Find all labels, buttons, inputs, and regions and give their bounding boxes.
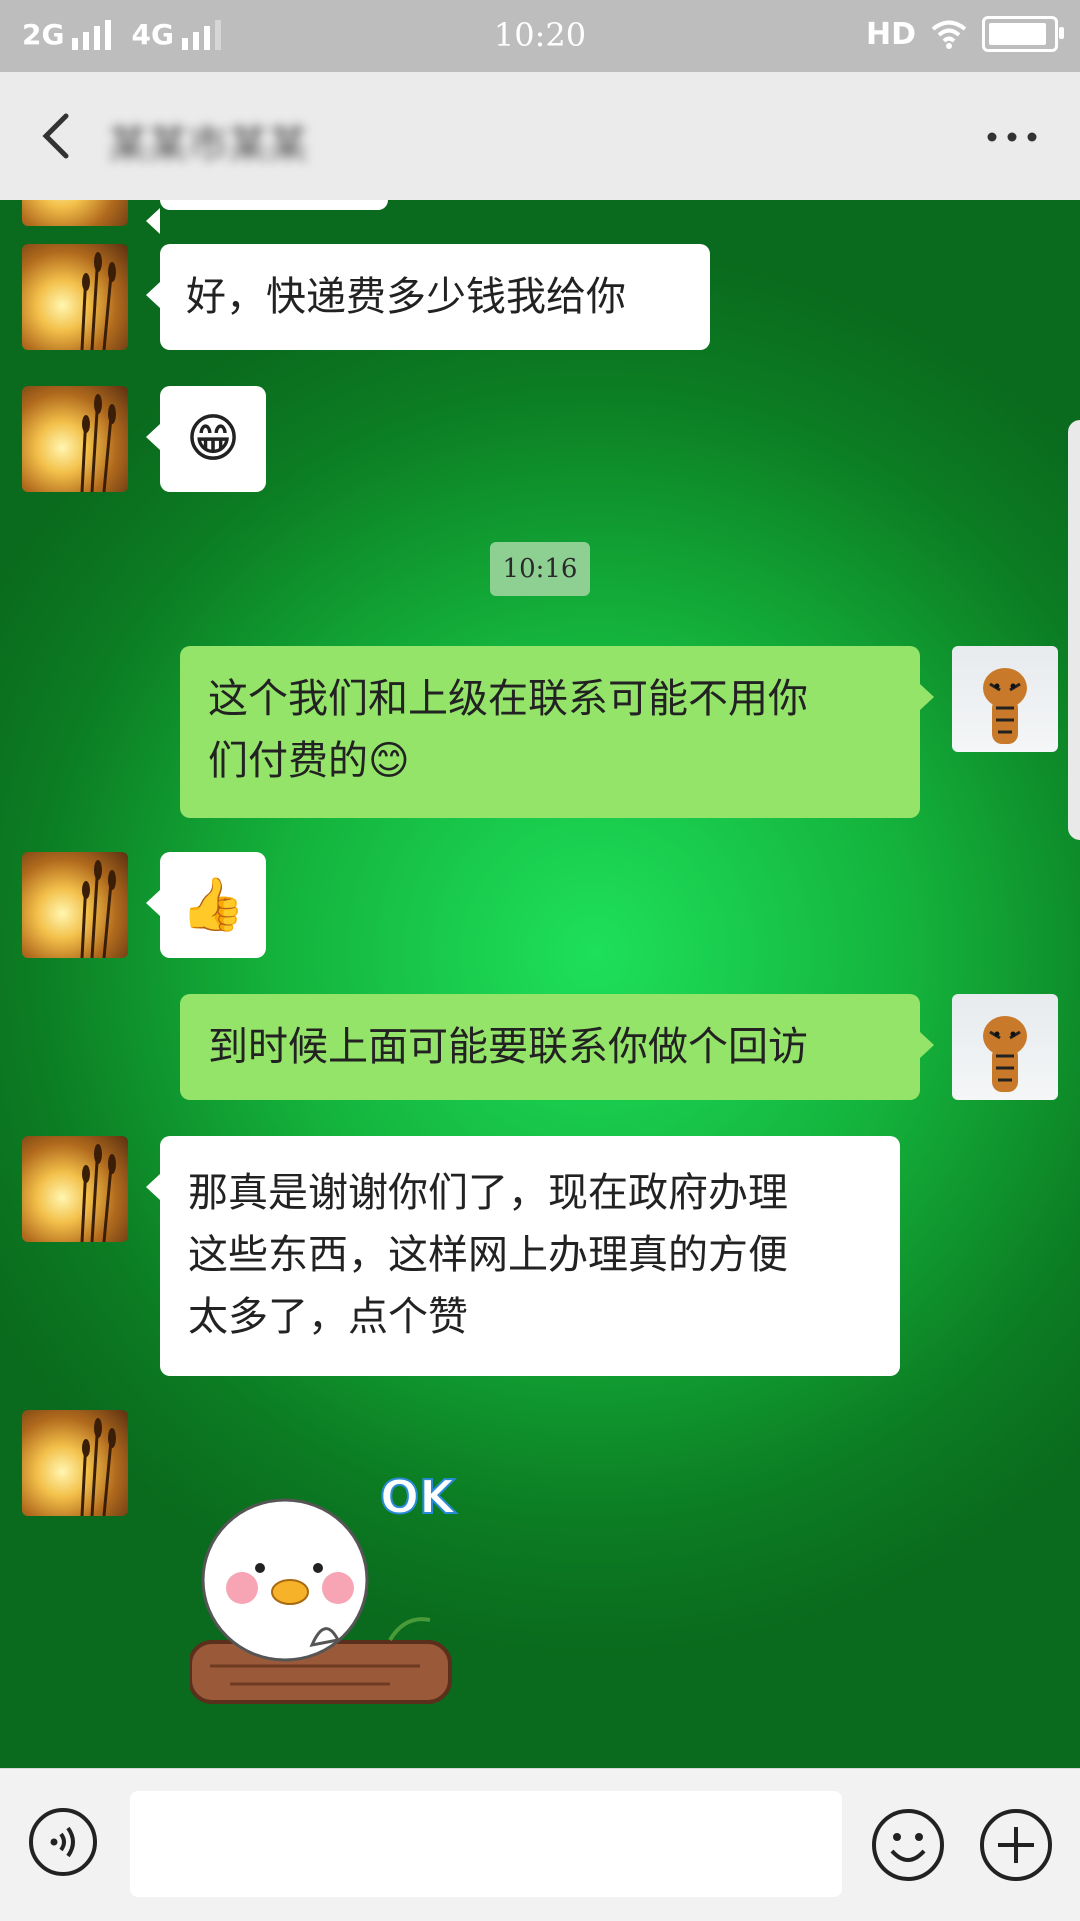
reed-silhouette [80,1418,116,1516]
wifi-icon [931,20,967,49]
contact-name: 某某市某某 [108,122,308,168]
grin-emoji: 😁 [185,409,241,469]
message-bubble[interactable]: 到时候上面可能要联系你做个回访 [180,994,934,1100]
battery-icon [982,16,1064,52]
message-line: 太多了，点个赞 [188,1294,468,1340]
reed-silhouette [80,252,116,350]
emoji-bubble[interactable]: 😁 [146,386,266,492]
message-bubble[interactable]: 好，快递费多少钱我给你 [146,244,710,350]
message-line: 这些东西，这样网上办理真的方便 [188,1232,788,1278]
side-panel-handle[interactable] [1068,420,1080,840]
message-line: 那真是谢谢你们了，现在政府办理 [188,1170,788,1216]
message-line: 们付费的😊 [208,738,410,784]
message-bubble[interactable]: 这个我们和上级在联系可能不用你 们付费的😊 [180,646,934,818]
voice-icon[interactable] [28,1807,98,1877]
sticker-caption: OK [379,1469,456,1525]
tiger-image [983,668,1027,744]
input-bar [0,1768,1080,1921]
avatar[interactable] [952,646,1058,752]
avatar[interactable] [22,244,128,350]
ok-sticker[interactable]: OK [188,1469,480,1730]
avatar[interactable] [22,386,128,492]
tiger-image [983,1016,1027,1092]
reed-silhouette [80,394,116,492]
more-dots-icon[interactable] [982,112,1042,162]
battery-fill [989,23,1046,45]
status-right: HD [865,16,1064,52]
previous-message-bubble [146,200,388,234]
message-text: 到时候上面可能要联系你做个回访 [208,1024,808,1070]
hd-label: HD [865,16,916,52]
message-bubble[interactable]: 那真是谢谢你们了，现在政府办理 这些东西，这样网上办理真的方便 太多了，点个赞 [146,1136,900,1376]
avatar[interactable] [22,1410,128,1516]
chat-header: 某某市某某 [0,72,1080,201]
avatar[interactable] [22,852,128,958]
emoji-bubble[interactable]: 👍 [146,852,266,958]
thumbs-up-emoji: 👍 [180,875,246,935]
message-line: 这个我们和上级在联系可能不用你 [208,676,808,722]
avatar[interactable] [952,994,1058,1100]
chat-area[interactable]: 好，快递费多少钱我给你 😁 10:16 这个我们和上级在联系可能不用你 们付费的… [0,200,1080,1768]
avatar[interactable] [22,200,128,226]
message-text: 好，快递费多少钱我给你 [186,274,626,320]
status-bar: 2G 4G 10:20 HD [0,0,1080,72]
plus-icon[interactable] [978,1807,1054,1883]
message-input[interactable] [130,1791,842,1897]
emoji-icon[interactable] [870,1807,946,1883]
back-arrow-icon[interactable] [28,106,88,166]
timestamp: 10:16 [490,542,590,596]
avatar[interactable] [22,1136,128,1242]
reed-silhouette [80,1144,116,1242]
reed-silhouette [80,860,116,958]
